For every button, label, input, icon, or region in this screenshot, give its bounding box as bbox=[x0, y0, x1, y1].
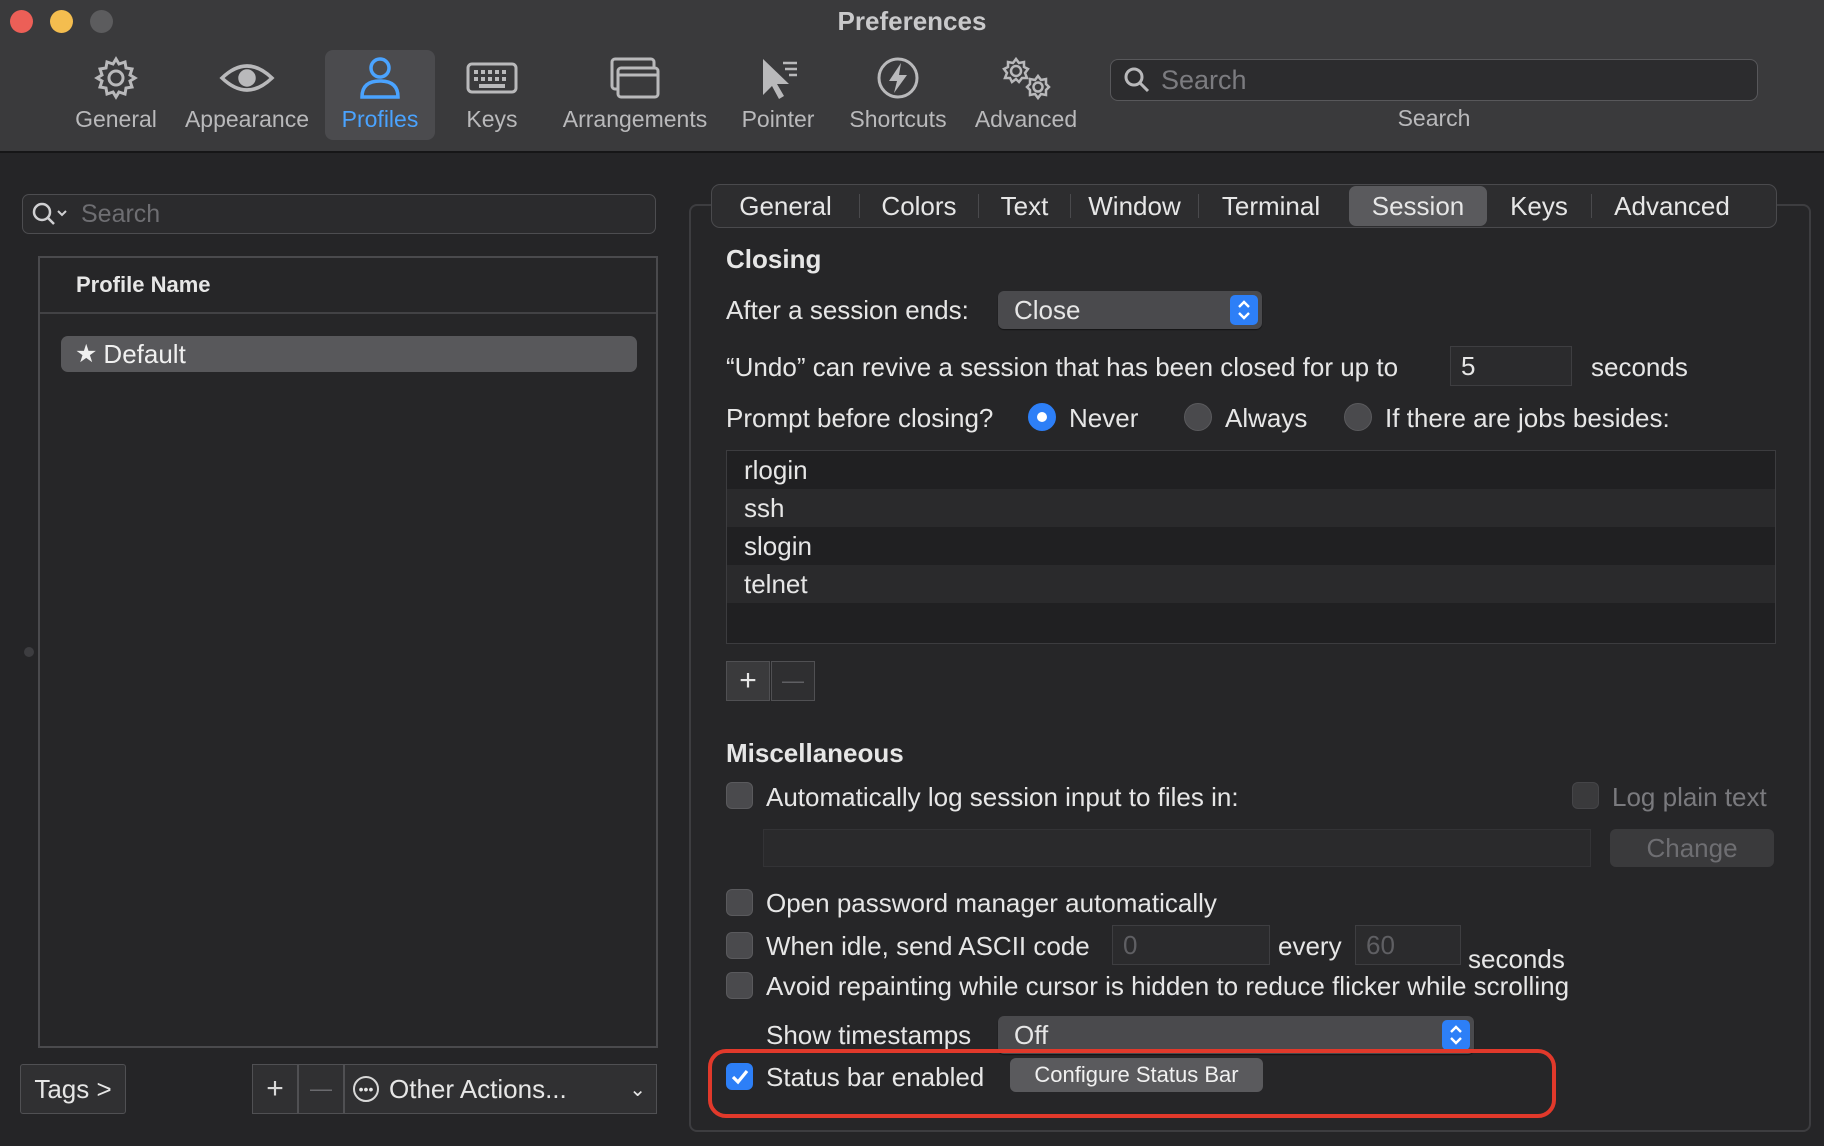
prompt-always-label: Always bbox=[1225, 403, 1308, 433]
keyboard-icon bbox=[462, 54, 522, 102]
idle-ascii-checkbox[interactable] bbox=[726, 932, 753, 959]
profile-row-default[interactable]: ★ Default bbox=[61, 336, 637, 372]
timestamps-value: Off bbox=[1014, 1019, 1049, 1050]
list-item[interactable]: slogin bbox=[727, 527, 1775, 565]
prompt-jobs-radio[interactable] bbox=[1344, 403, 1372, 431]
tags-button[interactable]: Tags > bbox=[20, 1064, 126, 1114]
password-manager-checkbox[interactable] bbox=[726, 889, 753, 916]
profile-tabs: General Colors Text Window Terminal Sess… bbox=[711, 184, 1777, 228]
tab-text[interactable]: Text bbox=[979, 186, 1070, 226]
other-actions-label: Other Actions... bbox=[389, 1073, 567, 1104]
toolbar-profiles[interactable]: Profiles bbox=[325, 50, 435, 140]
toolbar-keys[interactable]: Keys bbox=[450, 50, 534, 140]
window-title: Preferences bbox=[837, 6, 987, 36]
tab-advanced[interactable]: Advanced bbox=[1592, 186, 1752, 226]
prompt-jobs-label: If there are jobs besides: bbox=[1385, 403, 1670, 433]
change-log-directory-button[interactable]: Change bbox=[1610, 829, 1774, 867]
timestamps-label: Show timestamps bbox=[766, 1020, 972, 1050]
idle-ascii-code-field[interactable]: 0 bbox=[1112, 925, 1270, 965]
after-session-value: Close bbox=[1014, 294, 1081, 325]
toolbar-advanced[interactable]: Advanced bbox=[970, 50, 1082, 140]
gears-icon bbox=[996, 54, 1056, 102]
toolbar-label: General bbox=[75, 106, 157, 132]
toolbar-search-field[interactable] bbox=[1110, 59, 1758, 101]
search-icon bbox=[31, 200, 71, 228]
toolbar-appearance[interactable]: Appearance bbox=[180, 50, 314, 140]
closing-section-title: Closing bbox=[726, 244, 822, 274]
chevron-down-icon: ⌄ bbox=[629, 1078, 646, 1101]
undo-unit-label: seconds bbox=[1591, 352, 1688, 382]
auto-log-label: Automatically log session input to files… bbox=[766, 782, 1239, 812]
tab-general[interactable]: General bbox=[712, 186, 859, 226]
toolbar-shortcuts[interactable]: Shortcuts bbox=[842, 50, 954, 140]
idle-every-label: every bbox=[1278, 931, 1342, 961]
idle-interval-field[interactable]: 60 bbox=[1355, 925, 1461, 965]
add-job-button[interactable]: + bbox=[726, 661, 770, 701]
list-item[interactable]: rlogin bbox=[727, 451, 1775, 489]
log-directory-field[interactable] bbox=[763, 829, 1591, 867]
popup-stepper-icon bbox=[1230, 295, 1258, 325]
window-toolbar: Preferences General Appearance Profiles … bbox=[0, 0, 1824, 153]
remove-job-button[interactable]: — bbox=[771, 661, 815, 701]
toolbar-search-input[interactable] bbox=[1161, 64, 1721, 96]
profile-name-column-header[interactable]: Profile Name bbox=[40, 258, 656, 314]
after-session-popup[interactable]: Close bbox=[998, 291, 1262, 329]
jobs-list: rlogin ssh slogin telnet bbox=[726, 450, 1776, 644]
search-icon bbox=[1123, 66, 1151, 94]
profile-search-field[interactable] bbox=[22, 194, 656, 234]
log-plain-text-label: Log plain text bbox=[1612, 782, 1767, 812]
toolbar-pointer[interactable]: Pointer bbox=[734, 50, 822, 140]
other-actions-menu[interactable]: ••• Other Actions... ⌄ bbox=[344, 1064, 657, 1114]
undo-label: “Undo” can revive a session that has bee… bbox=[726, 352, 1399, 382]
add-profile-button[interactable]: + bbox=[252, 1064, 298, 1114]
toolbar-label: Profiles bbox=[341, 106, 419, 132]
password-manager-label: Open password manager automatically bbox=[766, 888, 1217, 918]
pointer-icon bbox=[748, 54, 808, 102]
list-item[interactable]: telnet bbox=[727, 565, 1775, 603]
log-plain-text-checkbox[interactable] bbox=[1572, 782, 1599, 809]
prompt-never-label: Never bbox=[1069, 403, 1139, 433]
prompt-always-radio[interactable] bbox=[1184, 403, 1212, 431]
idle-ascii-label: When idle, send ASCII code bbox=[766, 931, 1090, 961]
profile-search-input[interactable] bbox=[81, 199, 621, 229]
person-icon bbox=[350, 54, 410, 102]
toolbar-arrangements[interactable]: Arrangements bbox=[556, 50, 714, 140]
toolbar-label: Arrangements bbox=[562, 106, 708, 132]
windows-icon bbox=[605, 54, 665, 102]
remove-profile-button[interactable]: — bbox=[298, 1064, 344, 1114]
toolbar-label: Pointer bbox=[741, 106, 815, 132]
prompt-before-closing-label: Prompt before closing? bbox=[726, 403, 994, 433]
toolbar-label: Appearance bbox=[184, 106, 310, 132]
list-item[interactable]: ssh bbox=[727, 489, 1775, 527]
tab-terminal[interactable]: Terminal bbox=[1199, 186, 1343, 226]
tab-window[interactable]: Window bbox=[1071, 186, 1198, 226]
split-view-handle[interactable] bbox=[24, 647, 34, 657]
toolbar-general[interactable]: General bbox=[68, 50, 164, 140]
prompt-never-radio[interactable] bbox=[1028, 403, 1056, 431]
annotation-highlight-box bbox=[708, 1049, 1556, 1118]
bolt-icon bbox=[868, 54, 928, 102]
gear-icon bbox=[86, 54, 146, 102]
toolbar-label: Shortcuts bbox=[849, 106, 947, 132]
tab-session[interactable]: Session bbox=[1349, 186, 1487, 226]
tab-colors[interactable]: Colors bbox=[860, 186, 978, 226]
ellipsis-circle-icon: ••• bbox=[353, 1076, 379, 1102]
popup-stepper-icon bbox=[1442, 1020, 1470, 1050]
avoid-repaint-label: Avoid repainting while cursor is hidden … bbox=[766, 971, 1570, 1001]
undo-seconds-field[interactable]: 5 bbox=[1450, 346, 1572, 386]
profile-name: Default bbox=[103, 338, 186, 369]
star-icon: ★ bbox=[75, 340, 98, 368]
auto-log-checkbox[interactable] bbox=[726, 782, 753, 809]
avoid-repaint-checkbox[interactable] bbox=[726, 972, 753, 999]
toolbar-label: Advanced bbox=[974, 106, 1078, 132]
misc-section-title: Miscellaneous bbox=[726, 738, 904, 768]
eye-icon bbox=[217, 54, 277, 102]
tab-keys[interactable]: Keys bbox=[1487, 186, 1591, 226]
toolbar-label: Keys bbox=[466, 106, 518, 132]
after-session-label: After a session ends: bbox=[726, 295, 969, 325]
profile-list: Profile Name ★ Default bbox=[38, 256, 658, 1048]
toolbar-search-caption: Search bbox=[1397, 105, 1471, 131]
